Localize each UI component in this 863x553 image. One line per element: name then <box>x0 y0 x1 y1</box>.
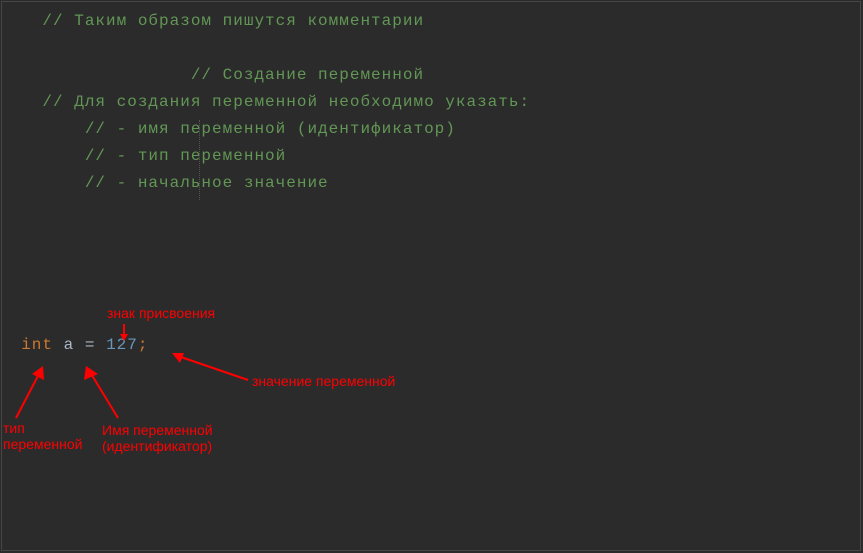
code-line: // - начальное значение <box>0 170 863 197</box>
annotation-assign-label: знак присвоения <box>107 305 215 321</box>
comment-text: // Создание переменной <box>191 66 424 84</box>
code-line: // Для создания переменной необходимо ук… <box>0 89 863 116</box>
code-line: // Таким образом пишутся комментарии <box>0 8 863 35</box>
annotation-text: тип <box>3 420 25 436</box>
code-line <box>0 35 863 62</box>
arrow-name <box>78 362 128 422</box>
comment-text: // - тип переменной <box>85 147 286 165</box>
annotation-text: переменной <box>3 436 82 452</box>
code-line <box>0 251 863 278</box>
semicolon: ; <box>138 336 149 354</box>
annotation-value-label: значение переменной <box>252 373 395 389</box>
comment-text: // Для создания переменной необходимо ук… <box>42 93 530 111</box>
annotation-text: Имя переменной <box>102 422 213 438</box>
code-line <box>0 278 863 305</box>
code-line: // - имя переменной (идентификатор) <box>0 116 863 143</box>
code-line: // - тип переменной <box>0 143 863 170</box>
variable-identifier: a <box>64 336 75 354</box>
number-literal: 127 <box>106 336 138 354</box>
annotation-text: значение переменной <box>252 373 395 389</box>
declaration-line: int a = 127; <box>0 332 863 359</box>
comment-text: // - начальное значение <box>85 174 329 192</box>
annotation-text: знак присвоения <box>107 305 215 321</box>
type-keyword: int <box>21 336 53 354</box>
code-line <box>0 197 863 224</box>
assign-operator: = <box>85 336 96 354</box>
annotation-type-label: тип переменной <box>3 420 82 452</box>
indent-guide <box>199 120 200 200</box>
comment-text: // - имя переменной (идентификатор) <box>85 120 456 138</box>
code-line <box>0 224 863 251</box>
annotation-text: (идентификатор) <box>102 438 212 454</box>
code-editor: // Таким образом пишутся комментарии // … <box>0 0 863 553</box>
arrow-type <box>10 362 60 422</box>
comment-text: // Таким образом пишутся комментарии <box>42 12 424 30</box>
code-line: // Создание переменной <box>0 62 863 89</box>
annotation-name-label: Имя переменной (идентификатор) <box>102 422 213 454</box>
